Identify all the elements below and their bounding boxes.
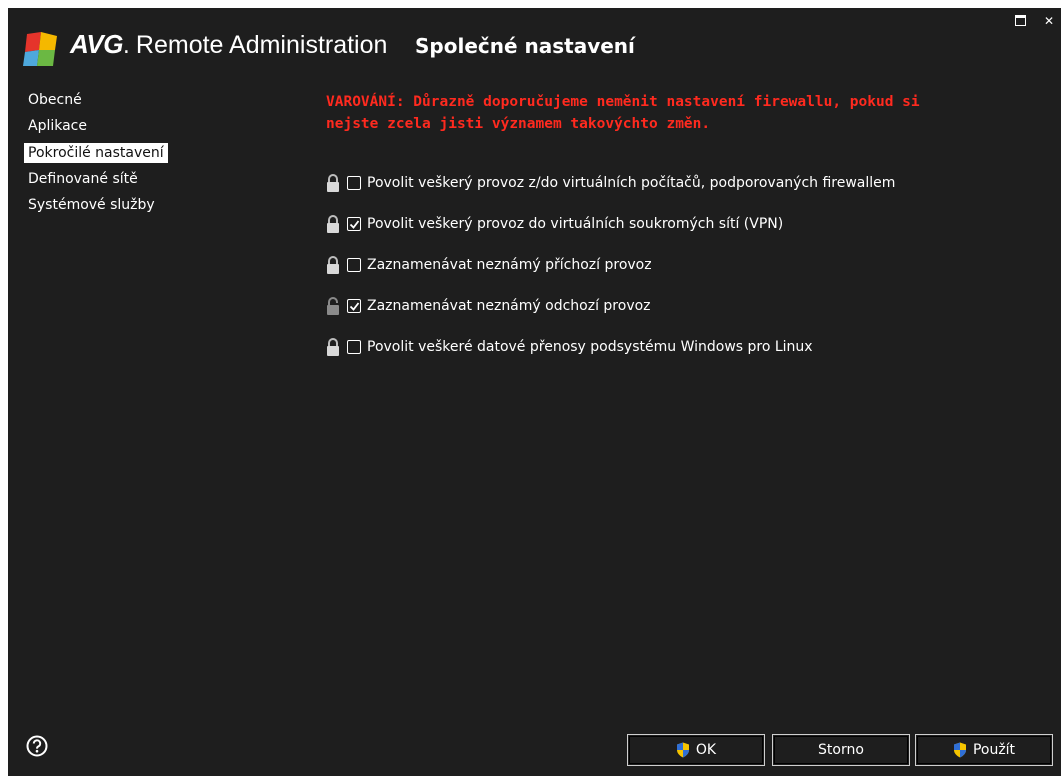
uac-shield-icon — [953, 742, 966, 758]
warning-line-2: nejste zcela jisti významem takovýchto z… — [326, 116, 711, 132]
sidebar-item-pokrocile-nastaveni[interactable]: Pokročilé nastavení — [24, 142, 204, 169]
avg-logo — [23, 32, 57, 66]
option-vm-traffic: Povolit veškerý provoz z/do virtuálních … — [326, 171, 895, 195]
apply-button[interactable]: Použít — [915, 734, 1053, 766]
lock-icon[interactable] — [326, 338, 340, 356]
option-label[interactable]: Zaznamenávat neznámý příchozí provoz — [367, 257, 652, 273]
brand-name: Remote Administration — [135, 31, 388, 59]
help-icon[interactable] — [26, 735, 48, 757]
cancel-button[interactable]: Storno — [772, 734, 910, 766]
sidebar-item-definovane-site[interactable]: Definované sítě — [24, 169, 204, 189]
checkbox[interactable] — [347, 176, 361, 190]
sidebar-item-label: Obecné — [28, 92, 82, 108]
brand-avg: AVG — [70, 29, 123, 59]
brand-dot: . — [122, 34, 130, 59]
checkbox[interactable] — [347, 340, 361, 354]
lock-icon[interactable] — [326, 256, 340, 274]
maximize-icon[interactable] — [1013, 14, 1027, 28]
ok-button-label: OK — [695, 742, 717, 758]
sidebar-item-label: Systémové služby — [28, 197, 155, 213]
apply-button-label: Použít — [972, 742, 1016, 758]
checkbox[interactable] — [347, 217, 361, 231]
uac-shield-icon — [676, 742, 689, 758]
app-brand: AVG. Remote Administration — [70, 30, 387, 61]
option-wsl-traffic: Povolit veškeré datové přenosy podsystém… — [326, 335, 895, 359]
check-icon — [349, 301, 359, 311]
cancel-button-label: Storno — [818, 742, 864, 758]
sidebar-item-systemove-sluzby[interactable]: Systémové služby — [24, 195, 204, 215]
option-label[interactable]: Povolit veškeré datové přenosy podsystém… — [367, 339, 813, 355]
ok-button[interactable]: OK — [627, 734, 765, 766]
lock-icon[interactable] — [326, 174, 340, 192]
option-log-incoming: Zaznamenávat neznámý příchozí provoz — [326, 253, 895, 277]
title-bar: AVG. Remote Administration Společné nasta… — [8, 8, 1061, 80]
sidebar-item-aplikace[interactable]: Aplikace — [24, 116, 204, 136]
unlock-icon[interactable] — [326, 297, 340, 315]
warning-message: VAROVÁNÍ: Důrazně doporučujeme neměnit n… — [326, 91, 1026, 135]
option-label[interactable]: Zaznamenávat neznámý odchozí provoz — [367, 298, 651, 314]
close-icon[interactable]: ✕ — [1042, 14, 1056, 28]
option-label[interactable]: Povolit veškerý provoz do virtuálních so… — [367, 216, 783, 232]
sidebar-item-label: Aplikace — [28, 118, 87, 134]
sidebar-item-obecne[interactable]: Obecné — [24, 90, 204, 110]
checkbox[interactable] — [347, 299, 361, 313]
page-title: Společné nastavení — [415, 34, 635, 58]
checkbox[interactable] — [347, 258, 361, 272]
sidebar-nav: Obecné Aplikace Pokročilé nastavení Defi… — [24, 90, 204, 221]
option-label[interactable]: Povolit veškerý provoz z/do virtuálních … — [367, 175, 895, 191]
lock-icon[interactable] — [326, 215, 340, 233]
settings-window: AVG. Remote Administration Společné nasta… — [8, 8, 1061, 776]
warning-line-1: VAROVÁNÍ: Důrazně doporučujeme neměnit n… — [326, 94, 920, 110]
option-log-outgoing: Zaznamenávat neznámý odchozí provoz — [326, 294, 895, 318]
option-vpn-traffic: Povolit veškerý provoz do virtuálních so… — [326, 212, 895, 236]
options-list: Povolit veškerý provoz z/do virtuálních … — [326, 171, 895, 376]
sidebar-item-label: Definované sítě — [28, 171, 138, 187]
check-icon — [349, 219, 359, 229]
sidebar-item-label: Pokročilé nastavení — [24, 143, 168, 163]
